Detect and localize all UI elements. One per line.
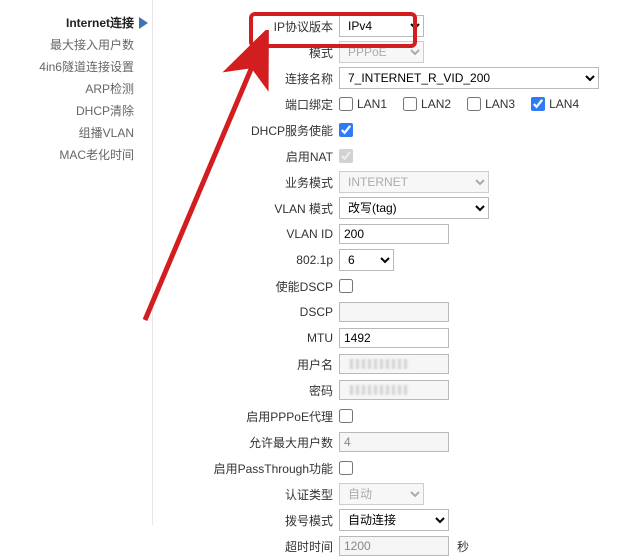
label-dhcp-serv: DHCP服务使能: [153, 122, 339, 139]
input-mtu[interactable]: [339, 328, 449, 348]
select-mode[interactable]: PPPoE: [339, 41, 424, 63]
label-vlan-mode: VLAN 模式: [153, 200, 339, 217]
sidebar-item-arp[interactable]: ARP检测: [0, 78, 152, 100]
select-auth-type[interactable]: 自动: [339, 483, 424, 505]
checkbox-lan4[interactable]: [531, 97, 545, 111]
label-dial-mode: 拨号模式: [153, 512, 339, 529]
label-port-bind: 端口绑定: [153, 96, 339, 113]
label-user: 用户名: [153, 356, 339, 373]
select-dial-mode[interactable]: 自动连接: [339, 509, 449, 531]
label-timeout: 超时时间: [153, 538, 339, 555]
label-pppoe-proxy: 启用PPPoE代理: [153, 408, 339, 425]
checkbox-dscp-en[interactable]: [339, 279, 353, 293]
label-lan2: LAN2: [421, 97, 451, 111]
select-8021p[interactable]: 6: [339, 249, 394, 271]
checkbox-dhcp-serv[interactable]: [339, 123, 353, 137]
input-password[interactable]: [339, 380, 449, 400]
input-username[interactable]: [339, 354, 449, 374]
checkbox-lan2[interactable]: [403, 97, 417, 111]
sidebar-item-internet[interactable]: Internet连接: [0, 12, 152, 34]
label-vlan-id: VLAN ID: [153, 227, 339, 241]
checkbox-lan3[interactable]: [467, 97, 481, 111]
checkbox-lan1[interactable]: [339, 97, 353, 111]
sidebar-item-dhcp-clear[interactable]: DHCP清除: [0, 100, 152, 122]
label-lan4: LAN4: [549, 97, 579, 111]
label-8021p: 802.1p: [153, 253, 339, 267]
form-area: IP协议版本 IPv4 模式 PPPoE 连接名称 7_INTERNET_R_V…: [153, 0, 640, 525]
input-vlan-id[interactable]: [339, 224, 449, 244]
label-passthrough: 启用PassThrough功能: [153, 460, 339, 477]
sidebar-item-max-users[interactable]: 最大接入用户数: [0, 34, 152, 56]
checkbox-nat[interactable]: [339, 149, 353, 163]
label-dscp-en: 使能DSCP: [153, 278, 339, 295]
label-mode: 模式: [153, 44, 339, 61]
label-biz-mode: 业务模式: [153, 174, 339, 191]
label-auth-type: 认证类型: [153, 486, 339, 503]
label-max-users: 允许最大用户数: [153, 434, 339, 451]
select-ip-version[interactable]: IPv4: [339, 15, 424, 37]
label-nat: 启用NAT: [153, 148, 339, 165]
label-timeout-unit: 秒: [457, 538, 469, 555]
sidebar-item-4in6[interactable]: 4in6隧道连接设置: [0, 56, 152, 78]
sidebar: Internet连接 最大接入用户数 4in6隧道连接设置 ARP检测 DHCP…: [0, 0, 153, 525]
label-lan1: LAN1: [357, 97, 387, 111]
sidebar-item-mac-age[interactable]: MAC老化时间: [0, 144, 152, 166]
select-biz-mode[interactable]: INTERNET: [339, 171, 489, 193]
label-mtu: MTU: [153, 331, 339, 345]
label-conn-name: 连接名称: [153, 70, 339, 87]
checkbox-pppoe-proxy[interactable]: [339, 409, 353, 423]
label-ip-version: IP协议版本: [153, 18, 339, 35]
checkbox-passthrough[interactable]: [339, 461, 353, 475]
input-timeout[interactable]: [339, 536, 449, 556]
select-vlan-mode[interactable]: 改写(tag): [339, 197, 489, 219]
sidebar-item-mcast-vlan[interactable]: 组播VLAN: [0, 122, 152, 144]
label-lan3: LAN3: [485, 97, 515, 111]
input-dscp[interactable]: [339, 302, 449, 322]
label-pass: 密码: [153, 382, 339, 399]
select-conn-name[interactable]: 7_INTERNET_R_VID_200: [339, 67, 599, 89]
input-max-users[interactable]: [339, 432, 449, 452]
label-dscp: DSCP: [153, 305, 339, 319]
